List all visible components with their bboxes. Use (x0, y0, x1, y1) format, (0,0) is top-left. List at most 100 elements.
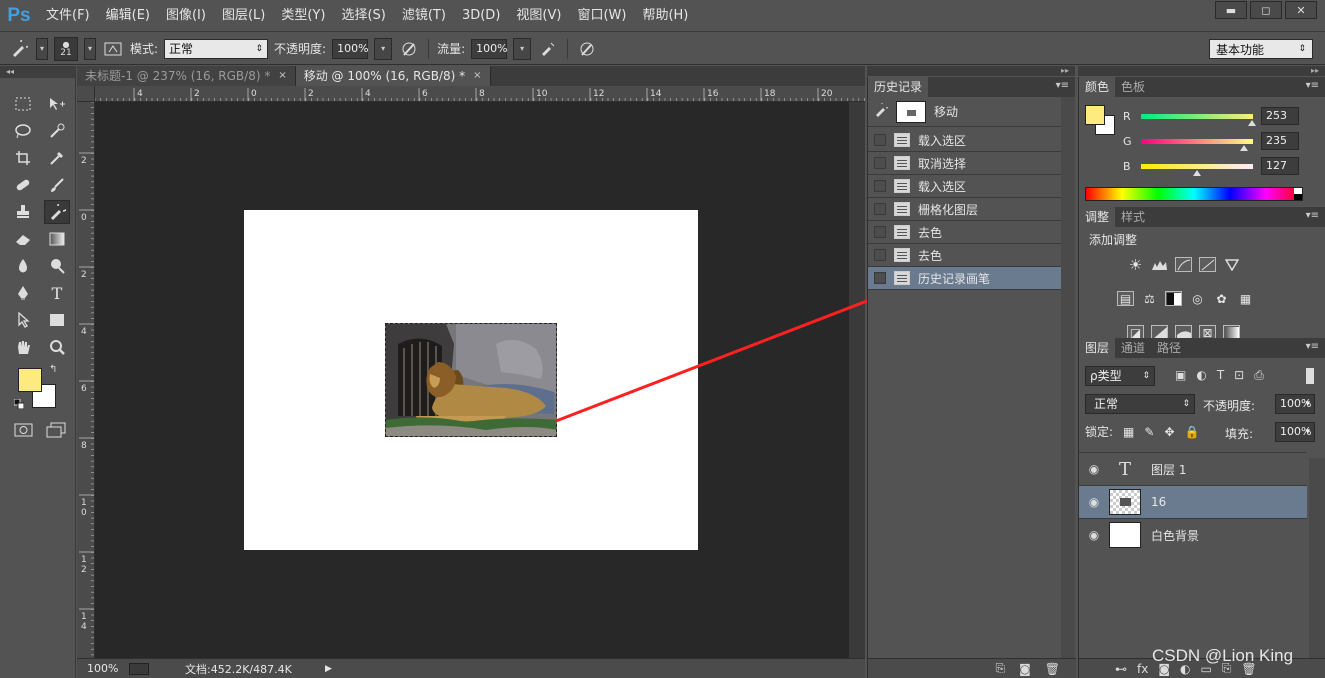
zoom-preview-icon[interactable] (129, 662, 149, 675)
lock-image-icon[interactable]: ✎ (1144, 425, 1154, 439)
lock-all-icon[interactable]: 🔒 (1185, 425, 1200, 439)
screen-mode-icon[interactable] (46, 422, 66, 441)
tab-layers[interactable]: 图层 (1079, 338, 1116, 358)
tab-styles[interactable]: 样式 (1115, 207, 1151, 227)
tab-paths[interactable]: 路径 (1151, 338, 1187, 358)
channel-slider[interactable] (1141, 113, 1256, 126)
pressure-size-icon[interactable] (576, 38, 598, 60)
menu-item[interactable]: 图层(L) (214, 0, 273, 32)
filter-pixel-icon[interactable]: ▣ (1175, 368, 1186, 383)
layer-name[interactable]: 白色背景 (1151, 527, 1199, 544)
history-brush-icon[interactable] (44, 200, 70, 224)
brush-dropdown[interactable]: ▾ (84, 37, 96, 60)
color-foreground-swatch[interactable] (1085, 105, 1105, 125)
channel-value[interactable]: 235 (1261, 132, 1299, 150)
dodge-tool-icon[interactable] (44, 254, 70, 278)
brush-panel-icon[interactable] (102, 38, 124, 60)
layer-style-icon[interactable]: fx (1137, 662, 1148, 676)
menu-item[interactable]: 选择(S) (333, 0, 393, 32)
tab-adjustments[interactable]: 调整 (1079, 207, 1116, 227)
visibility-eye-icon[interactable]: ◉ (1079, 528, 1109, 542)
foreground-color[interactable] (18, 368, 42, 392)
lasso-tool-icon[interactable] (10, 119, 36, 143)
menu-item[interactable]: 3D(D) (454, 0, 508, 32)
layer-row[interactable]: ◉ 16 (1079, 485, 1307, 518)
layer-name[interactable]: 16 (1151, 495, 1166, 509)
tab-history[interactable]: 历史记录 (868, 77, 929, 97)
slider-thumb-icon[interactable] (1247, 119, 1256, 126)
blur-tool-icon[interactable] (10, 254, 36, 278)
panel-menu-icon[interactable]: ▾≡ (1306, 210, 1319, 221)
history-brush-source-checkbox[interactable] (874, 249, 886, 261)
menu-item[interactable]: 文件(F) (38, 0, 98, 32)
ruler-origin[interactable] (77, 86, 95, 102)
visibility-eye-icon[interactable]: ◉ (1079, 462, 1109, 476)
pen-tool-icon[interactable] (10, 281, 36, 305)
brush-tool-icon[interactable] (44, 173, 70, 197)
clone-stamp-icon[interactable] (10, 200, 36, 224)
vibrance-icon[interactable] (1223, 257, 1240, 272)
rectangular-marquee-icon[interactable] (10, 92, 36, 116)
channel-slider[interactable] (1141, 163, 1253, 176)
brightness-contrast-icon[interactable]: ☀ (1127, 256, 1144, 274)
crop-tool-icon[interactable] (10, 146, 36, 170)
menu-item[interactable]: 编辑(E) (98, 0, 158, 32)
document-canvas[interactable] (244, 210, 698, 550)
tab-close-icon[interactable]: × (473, 66, 481, 86)
history-brush-source-checkbox[interactable] (874, 272, 886, 284)
close-button[interactable]: ✕ (1285, 1, 1317, 19)
history-brush-source-checkbox[interactable] (874, 203, 886, 215)
workspace-select[interactable]: 基本功能 ⇕ (1209, 39, 1313, 59)
layer-row[interactable]: ◉ 白色背景 (1079, 518, 1307, 551)
color-lookup-icon[interactable]: ▦ (1237, 291, 1254, 306)
history-brush-source-checkbox[interactable] (874, 157, 886, 169)
panel-menu-icon[interactable]: ▾≡ (1306, 341, 1319, 352)
tools-collapse-icon[interactable]: ◂◂ (0, 66, 75, 78)
history-snapshot[interactable]: 移动 (868, 97, 1075, 127)
airbrush-icon[interactable] (537, 38, 559, 60)
lion-image-layer[interactable] (385, 323, 557, 437)
layer-opacity-input[interactable]: 100% ▾ (1275, 394, 1315, 414)
history-state[interactable]: 载入选区 (868, 175, 1075, 198)
fill-input[interactable]: 100% ▾ (1275, 422, 1315, 442)
slider-thumb-icon[interactable] (1193, 169, 1201, 176)
brush-preset-picker[interactable]: ● 21 (54, 36, 78, 61)
horizontal-ruler[interactable]: 4 2 0 2 4 6 8 10 12 14 16 18 20 (95, 86, 865, 102)
filter-adjustment-icon[interactable]: ◐ (1196, 368, 1206, 383)
new-document-from-state-icon[interactable]: ⎘ (996, 661, 1006, 676)
link-layers-icon[interactable]: ⊷ (1115, 662, 1127, 676)
layer-row[interactable]: ◉ T 图层 1 (1079, 452, 1307, 485)
tab-color[interactable]: 颜色 (1079, 77, 1116, 97)
lock-transparent-icon[interactable]: ▦ (1123, 425, 1134, 439)
healing-brush-icon[interactable] (10, 173, 36, 197)
exposure-icon[interactable] (1199, 257, 1216, 272)
pressure-opacity-icon[interactable] (398, 38, 420, 60)
layer-name[interactable]: 图层 1 (1151, 461, 1186, 478)
eyedropper-icon[interactable] (44, 146, 70, 170)
history-state[interactable]: 去色 (868, 221, 1075, 244)
eraser-tool-icon[interactable] (10, 227, 36, 251)
canvas-vertical-scrollbar[interactable] (849, 102, 865, 658)
history-brush-source-checkbox[interactable] (874, 180, 886, 192)
lock-position-icon[interactable]: ✥ (1164, 425, 1174, 439)
tab-channels[interactable]: 通道 (1115, 338, 1151, 358)
menu-item[interactable]: 滤镜(T) (394, 0, 454, 32)
panel-menu-icon[interactable]: ▾≡ (1306, 80, 1319, 91)
layer-blend-mode-select[interactable]: 正常 ⇕ (1085, 394, 1195, 414)
history-brush-source-icon[interactable] (874, 99, 891, 120)
status-menu-arrow-icon[interactable]: ▶ (325, 664, 332, 674)
history-state[interactable]: 载入选区 (868, 129, 1075, 152)
mode-select[interactable]: 正常 ⇕ (164, 38, 269, 59)
photo-filter-icon[interactable]: ◎ (1189, 291, 1206, 306)
menu-item[interactable]: 窗口(W) (569, 0, 634, 32)
flow-dropdown[interactable]: ▾ (513, 37, 532, 60)
history-state[interactable]: 历史记录画笔 (868, 267, 1075, 290)
hand-tool-icon[interactable] (10, 335, 36, 359)
channel-slider[interactable] (1141, 138, 1253, 151)
layers-scrollbar[interactable] (1309, 458, 1325, 658)
tool-preset-dropdown[interactable]: ▾ (36, 37, 48, 60)
menu-item[interactable]: 图像(I) (158, 0, 214, 32)
tab-move[interactable]: 移动 @ 100% (16, RGB/8) * × (295, 66, 491, 86)
flow-input[interactable]: 100% (471, 38, 508, 59)
channel-value[interactable]: 253 (1261, 107, 1299, 125)
